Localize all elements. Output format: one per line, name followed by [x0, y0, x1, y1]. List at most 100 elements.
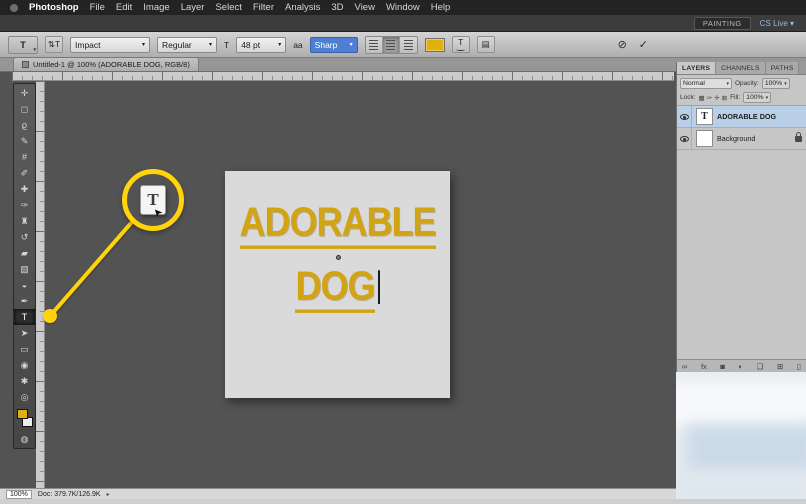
tab-paths[interactable]: PATHS [766, 62, 800, 74]
cancel-edits-icon[interactable]: ⊘ [618, 38, 627, 51]
visibility-toggle[interactable] [677, 128, 692, 149]
menu-window[interactable]: Window [386, 2, 420, 13]
layer-name[interactable]: ADORABLE DOG [717, 112, 802, 121]
tab-channels[interactable]: CHANNELS [716, 62, 766, 74]
layer-mask-icon[interactable]: ◙ [720, 362, 725, 371]
eye-icon [680, 136, 689, 142]
commit-edits-icon[interactable]: ✓ [639, 38, 648, 51]
layer-effects-icon[interactable]: fx [701, 362, 707, 371]
lasso-icon: ϱ [22, 120, 27, 130]
hand-tool[interactable]: ✱ [14, 373, 35, 389]
text-line-1: ADORABLE [225, 198, 450, 245]
menu-view[interactable]: View [355, 2, 375, 13]
layer-row-adorable-dog[interactable]: T ADORABLE DOG [677, 106, 806, 128]
text-orientation-button[interactable]: ⇅T [45, 36, 63, 53]
opacity-value: 100% [765, 80, 782, 87]
zoom-tool[interactable]: ◎ [14, 389, 35, 405]
path-selection-icon: ➤ [21, 328, 29, 339]
warp-arc-icon [456, 48, 465, 51]
3d-rotation-tool[interactable]: ◉ [14, 357, 35, 373]
hand-icon: ✱ [21, 376, 29, 387]
clone-stamp-tool[interactable]: ♜ [14, 213, 35, 229]
layer-row-background[interactable]: Background [677, 128, 806, 150]
align-left-button[interactable] [366, 37, 383, 53]
menu-help[interactable]: Help [431, 2, 451, 13]
menu-edit[interactable]: Edit [116, 2, 132, 13]
workspace-painting-button[interactable]: PAINTING [694, 17, 751, 30]
toggle-panels-button[interactable]: ▤ [477, 36, 495, 53]
quick-selection-tool[interactable]: ✎ [14, 133, 35, 149]
rectangle-tool[interactable]: ▭ [14, 341, 35, 357]
anti-alias-select[interactable]: Sharp ▾ [310, 37, 358, 53]
eraser-tool[interactable]: ▰ [14, 245, 35, 261]
text-orientation-icon: ⇅T [48, 40, 60, 49]
font-size-select[interactable]: 48 pt ▾ [236, 37, 286, 53]
menu-photoshop[interactable]: Photoshop [29, 2, 79, 13]
fill-label: Fill: [730, 94, 740, 101]
canvas-document[interactable]: ADORABLE DOG [225, 171, 450, 398]
menu-file[interactable]: File [90, 2, 105, 13]
type-tool[interactable]: T [14, 309, 35, 325]
blur-tool[interactable]: ◒ [14, 277, 35, 293]
brush-tool[interactable]: ✑ [14, 197, 35, 213]
lock-position-icon[interactable]: ✛ [714, 94, 719, 102]
foreground-color-swatch[interactable] [17, 409, 28, 419]
quick-mask-button[interactable]: ◍ [14, 431, 35, 447]
tool-options-bar: T ▾ ⇅T Impact ▾ Regular ▾ T 48 pt ▾ aa S… [0, 32, 806, 58]
healing-brush-icon: ✚ [21, 184, 29, 195]
path-selection-tool[interactable]: ➤ [14, 325, 35, 341]
layer-name[interactable]: Background [717, 134, 791, 143]
lock-pixels-icon[interactable]: ✑ [707, 94, 712, 102]
text-color-swatch[interactable] [425, 38, 445, 52]
callout-line [48, 220, 134, 318]
align-center-button[interactable] [383, 37, 400, 53]
link-layers-icon[interactable]: ∞ [682, 362, 687, 371]
gradient-tool[interactable]: ▧ [14, 261, 35, 277]
healing-brush-tool[interactable]: ✚ [14, 181, 35, 197]
move-tool[interactable]: ✛ [14, 85, 35, 101]
menu-select[interactable]: Select [215, 2, 241, 13]
rectangle-icon: ▭ [20, 344, 29, 355]
menu-layer[interactable]: Layer [181, 2, 205, 13]
fill-field[interactable]: 100% ▾ [743, 92, 771, 103]
rectangular-marquee-tool[interactable]: ◻ [14, 101, 35, 117]
chevron-down-icon: ▾ [278, 41, 281, 48]
layer-group-icon[interactable]: ❏ [757, 362, 764, 371]
eyedropper-tool[interactable]: ✐ [14, 165, 35, 181]
align-right-button[interactable] [400, 37, 417, 53]
new-layer-icon[interactable]: ⊞ [777, 362, 783, 371]
layer-thumbnail[interactable] [696, 130, 713, 147]
document-tab[interactable]: Untitled-1 @ 100% (ADORABLE DOG, RGB/8) [13, 57, 199, 71]
crop-tool[interactable]: # [14, 149, 35, 165]
warp-text-button[interactable]: T [452, 36, 470, 53]
cs-live-menu[interactable]: CS Live ▾ [760, 19, 794, 28]
menu-filter[interactable]: Filter [253, 2, 274, 13]
blend-mode-select[interactable]: Normal ▾ [680, 78, 732, 89]
apple-menu-icon[interactable] [10, 4, 18, 12]
lasso-tool[interactable]: ϱ [14, 117, 35, 133]
pen-tool[interactable]: ✒ [14, 293, 35, 309]
lock-all-icon[interactable]: ⊠ [722, 94, 727, 102]
history-brush-tool[interactable]: ↺ [14, 229, 35, 245]
lock-transparent-icon[interactable]: ▦ [699, 94, 705, 102]
application-bar: PAINTING CS Live ▾ [0, 15, 806, 32]
desktop-blur-shape [676, 382, 806, 427]
visibility-toggle[interactable] [677, 106, 692, 127]
text-align-group [365, 36, 418, 54]
menu-analysis[interactable]: Analysis [285, 2, 320, 13]
adjustment-layer-icon[interactable]: ◐ [739, 362, 744, 371]
canvas-area: ✛ ◻ ϱ ✎ # ✐ ✚ ✑ ♜ ↺ ▰ ▧ ◒ ✒ T ➤ ▭ ◉ ✱ ◎ … [0, 72, 676, 488]
delete-layer-icon[interactable]: ▯ [797, 362, 801, 371]
tools-panel: ✛ ◻ ϱ ✎ # ✐ ✚ ✑ ♜ ↺ ▰ ▧ ◒ ✒ T ➤ ▭ ◉ ✱ ◎ … [13, 83, 36, 449]
status-menu-arrow-icon[interactable]: ▸ [107, 491, 110, 498]
menu-image[interactable]: Image [143, 2, 169, 13]
layer-thumbnail[interactable]: T [696, 108, 713, 125]
font-family-select[interactable]: Impact ▾ [70, 37, 150, 53]
menu-3d[interactable]: 3D [331, 2, 343, 13]
tab-layers[interactable]: LAYERS [677, 62, 716, 74]
tool-preset-picker[interactable]: T ▾ [8, 36, 38, 54]
photoshop-window: Photoshop File Edit Image Layer Select F… [0, 0, 806, 504]
font-style-select[interactable]: Regular ▾ [157, 37, 217, 53]
zoom-level-field[interactable]: 100% [6, 490, 32, 499]
opacity-field[interactable]: 100% ▾ [762, 78, 790, 89]
